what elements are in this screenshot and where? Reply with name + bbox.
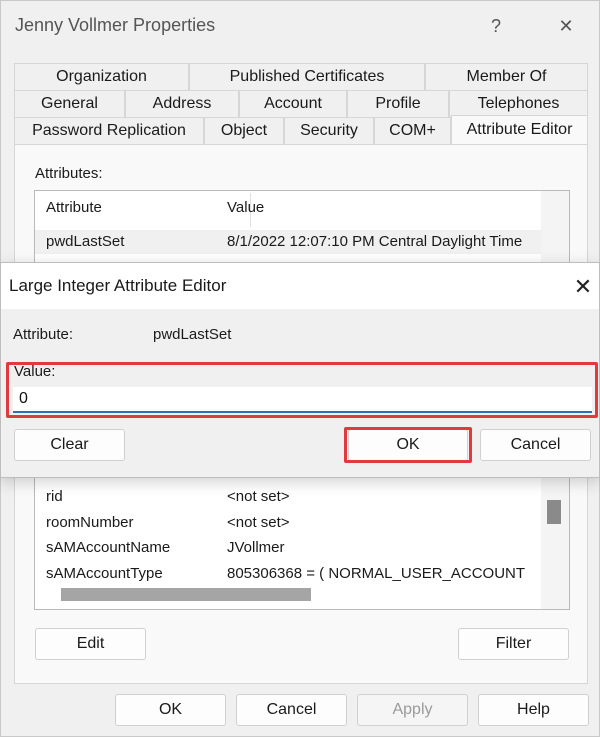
tab-telephones[interactable]: Telephones bbox=[449, 90, 588, 117]
ok-button[interactable]: OK bbox=[115, 694, 226, 726]
tab-address[interactable]: Address bbox=[125, 90, 239, 117]
dialog-cancel-button[interactable]: Cancel bbox=[480, 429, 591, 461]
tab-com-plus[interactable]: COM+ bbox=[374, 117, 451, 144]
close-icon[interactable]: ✕ bbox=[567, 271, 599, 303]
tab-attribute-editor[interactable]: Attribute Editor bbox=[451, 115, 588, 144]
row-value: <not set> bbox=[227, 514, 290, 531]
attribute-label: Attribute: bbox=[13, 326, 74, 343]
clear-button[interactable]: Clear bbox=[14, 429, 125, 461]
close-title-button[interactable]: ✕ bbox=[551, 11, 581, 41]
list-row[interactable]: sAMAccountName JVollmer bbox=[35, 536, 541, 560]
tab-member-of[interactable]: Member Of bbox=[425, 63, 588, 90]
value-label: Value: bbox=[14, 363, 56, 380]
tab-object[interactable]: Object bbox=[204, 117, 284, 144]
edit-button[interactable]: Edit bbox=[35, 628, 146, 660]
column-header-value[interactable]: Value bbox=[227, 199, 264, 216]
cancel-button[interactable]: Cancel bbox=[236, 694, 347, 726]
tab-profile[interactable]: Profile bbox=[347, 90, 449, 117]
window-title: Jenny Vollmer Properties bbox=[15, 15, 216, 35]
row-value: JVollmer bbox=[227, 539, 285, 556]
attribute-name-value: pwdLastSet bbox=[153, 326, 232, 343]
list-row[interactable]: rid <not set> bbox=[35, 485, 541, 509]
tab-security[interactable]: Security bbox=[284, 117, 374, 144]
apply-button[interactable]: Apply bbox=[357, 694, 468, 726]
tab-password-replication[interactable]: Password Replication bbox=[14, 117, 204, 144]
value-input[interactable] bbox=[13, 387, 592, 413]
list-row-pwdlastset[interactable]: pwdLastSet 8/1/2022 12:07:10 PM Central … bbox=[35, 230, 541, 254]
filter-button[interactable]: Filter bbox=[458, 628, 569, 660]
list-row[interactable]: roomNumber <not set> bbox=[35, 511, 541, 535]
horizontal-scroll-thumb[interactable] bbox=[61, 588, 311, 601]
row-attribute: pwdLastSet bbox=[46, 233, 125, 250]
row-attribute: sAMAccountName bbox=[46, 539, 171, 556]
row-value: <not set> bbox=[227, 488, 290, 505]
large-integer-editor-dialog: Large Integer Attribute Editor ✕ Attribu… bbox=[0, 262, 600, 478]
tab-published-certificates[interactable]: Published Certificates bbox=[189, 63, 425, 90]
list-row[interactable]: sAMAccountType 805306368 = ( NORMAL_USER… bbox=[35, 562, 541, 586]
tab-organization[interactable]: Organization bbox=[14, 63, 189, 90]
help-title-button[interactable]: ? bbox=[481, 11, 511, 41]
row-value: 805306368 = ( NORMAL_USER_ACCOUNT bbox=[227, 565, 526, 582]
attributes-label: Attributes: bbox=[35, 165, 103, 182]
tab-general[interactable]: General bbox=[14, 90, 125, 117]
column-header-attribute[interactable]: Attribute bbox=[46, 199, 102, 216]
dialog-title: Large Integer Attribute Editor bbox=[9, 276, 227, 295]
row-value: 8/1/2022 12:07:10 PM Central Daylight Ti… bbox=[227, 233, 523, 250]
tab-account[interactable]: Account bbox=[239, 90, 347, 117]
row-attribute: roomNumber bbox=[46, 514, 134, 531]
vertical-scroll-thumb[interactable] bbox=[547, 500, 561, 524]
help-button[interactable]: Help bbox=[478, 694, 589, 726]
row-attribute: sAMAccountType bbox=[46, 565, 163, 582]
ok-highlight-box bbox=[344, 427, 472, 463]
row-attribute: rid bbox=[46, 488, 63, 505]
